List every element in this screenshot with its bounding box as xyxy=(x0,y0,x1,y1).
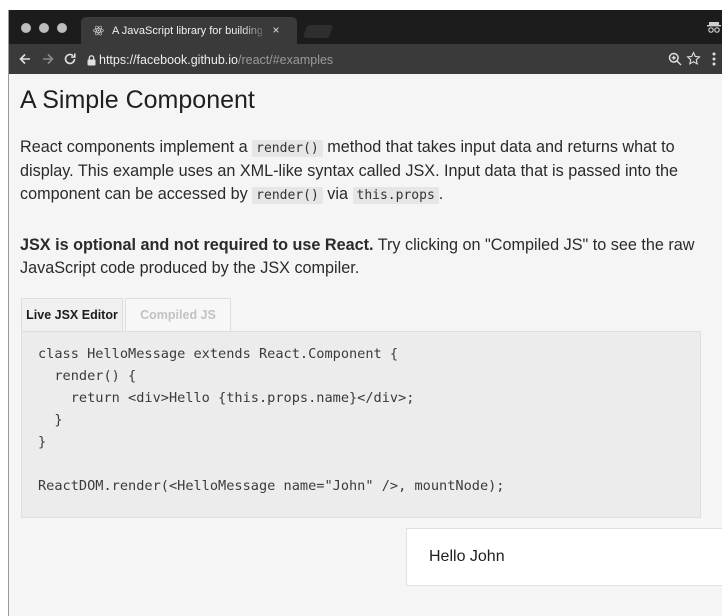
inline-code-render: render() xyxy=(252,140,323,157)
star-icon[interactable] xyxy=(686,51,701,66)
lock-icon xyxy=(87,55,96,66)
code-line: render() { xyxy=(38,368,137,384)
reload-icon[interactable] xyxy=(62,51,78,67)
window-zoom-dot[interactable] xyxy=(57,23,67,33)
code-line: return <div>Hello {this.props.name}</div… xyxy=(38,390,415,406)
back-arrow-icon[interactable] xyxy=(17,51,33,67)
intro-text-1: React components implement a xyxy=(20,138,253,156)
url-path: /react/#examples xyxy=(237,53,334,67)
tab-close-icon[interactable]: × xyxy=(269,23,283,37)
intro-text-3: via xyxy=(322,185,353,203)
jsx-note-bold: JSX is optional and not required to use … xyxy=(20,236,374,254)
tab-title-fade xyxy=(241,21,269,39)
output-text: Hello John xyxy=(429,548,505,565)
menu-icon[interactable] xyxy=(712,52,716,66)
code-editor: Live JSX Editor Compiled JS class HelloM… xyxy=(21,298,701,524)
tab-compiled-js[interactable]: Compiled JS xyxy=(125,298,231,331)
inline-code-this-props: this.props xyxy=(352,187,439,204)
window-close-dot[interactable] xyxy=(21,23,31,33)
code-line: class HelloMessage extends React.Compone… xyxy=(38,346,399,362)
window-minimize-dot[interactable] xyxy=(39,23,49,33)
example-output: Hello John xyxy=(406,528,722,586)
tab-title: A JavaScript library for building xyxy=(112,25,262,37)
page-title: A Simple Component xyxy=(20,86,255,114)
tab-live-jsx-editor[interactable]: Live JSX Editor xyxy=(21,298,123,331)
tab-strip: A JavaScript library for building × xyxy=(9,10,722,44)
code-editor-body[interactable]: class HelloMessage extends React.Compone… xyxy=(21,331,701,518)
jsx-note-paragraph: JSX is optional and not required to use … xyxy=(20,234,720,280)
page-content: A Simple Component React components impl… xyxy=(9,74,722,616)
code-line: } xyxy=(38,412,63,428)
new-tab-button[interactable] xyxy=(302,25,334,38)
intro-text-4: . xyxy=(438,185,444,203)
browser-window: A JavaScript library for building × http… xyxy=(8,10,722,616)
react-logo-icon xyxy=(93,25,104,36)
browser-toolbar: https://facebook.github.io/react/#exampl… xyxy=(9,44,722,74)
incognito-icon[interactable] xyxy=(707,20,721,34)
browser-tab-active[interactable]: A JavaScript library for building × xyxy=(81,17,297,44)
url-host: https://facebook.github.io xyxy=(99,53,238,67)
zoom-icon[interactable] xyxy=(668,52,682,66)
address-bar[interactable]: https://facebook.github.io/react/#exampl… xyxy=(99,52,439,68)
code-line: } xyxy=(38,434,47,450)
intro-paragraph: React components implement a render() me… xyxy=(20,136,720,207)
forward-arrow-icon[interactable] xyxy=(40,51,56,67)
code-line: ReactDOM.render(<HelloMessage name="John… xyxy=(38,478,505,494)
inline-code-render-2: render() xyxy=(252,187,323,204)
